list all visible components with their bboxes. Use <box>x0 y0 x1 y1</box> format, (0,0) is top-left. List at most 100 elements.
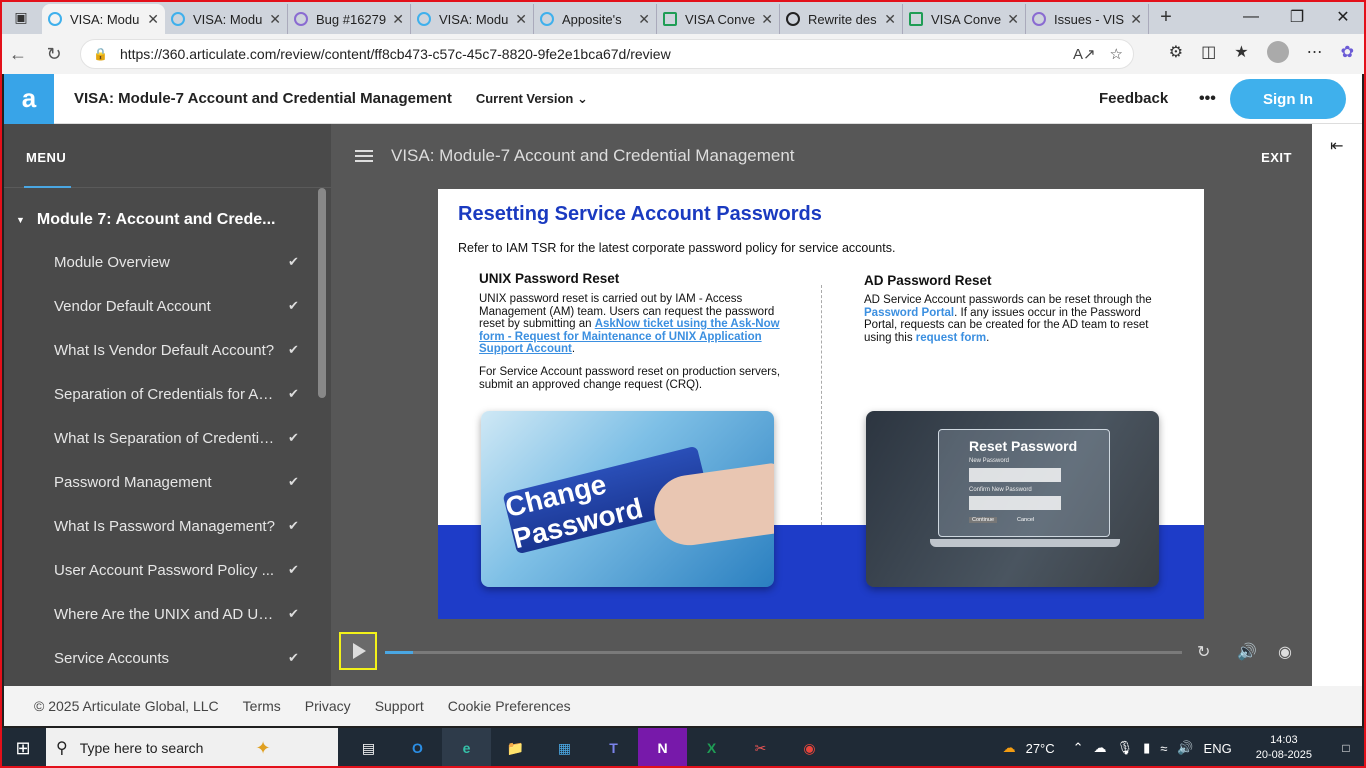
clock[interactable]: 14:03 20-08-2025 <box>1256 733 1312 763</box>
collapse-arrow-icon[interactable]: ⇤ <box>1330 136 1343 156</box>
lesson-label: Separation of Credentials for Accounts <box>54 385 276 403</box>
browser-tab[interactable]: VISA: Modu ✕ <box>165 4 288 34</box>
language-indicator[interactable]: ENG <box>1204 741 1232 756</box>
browser-tab-bar: ▣ VISA: Modu ✕ VISA: Modu ✕ Bug #16279 ✕ VISA:… <box>0 0 1366 34</box>
task-view-icon[interactable]: ▤ <box>344 728 393 768</box>
edge-icon[interactable]: e <box>442 728 491 768</box>
unix-crq-paragraph: For Service Account password reset on pr… <box>479 366 781 391</box>
tab-close-icon[interactable]: ✕ <box>638 11 650 28</box>
tab-actions-icon[interactable]: ▣ <box>0 0 42 34</box>
lesson-item[interactable]: User Account Password Policy ... ✔ <box>4 548 331 592</box>
cookie-preferences-link[interactable]: Cookie Preferences <box>448 698 571 714</box>
file-explorer-icon[interactable]: 📁 <box>491 728 540 768</box>
copilot-icon[interactable]: ✿ <box>1341 42 1354 62</box>
network-icon[interactable]: ☁ <box>1094 740 1107 756</box>
excel-icon <box>663 12 677 26</box>
tab-close-icon[interactable]: ✕ <box>269 11 281 28</box>
snipping-tool-icon[interactable]: ✂ <box>736 728 785 768</box>
menu-tab[interactable]: MENU <box>4 124 331 188</box>
version-dropdown[interactable]: Current Version ⌄ <box>476 91 588 107</box>
lesson-item[interactable]: What Is Separation of Credentials? ✔ <box>4 416 331 460</box>
tab-close-icon[interactable]: ✕ <box>761 11 773 28</box>
minimize-icon[interactable]: — <box>1228 0 1274 34</box>
feedback-button[interactable]: Feedback <box>1099 90 1168 107</box>
settings-more-icon[interactable]: ⋯ <box>1307 42 1323 62</box>
extensions-icon[interactable]: ⚙ <box>1169 42 1183 62</box>
play-button[interactable] <box>339 632 377 670</box>
tab-close-icon[interactable]: ✕ <box>1007 11 1019 28</box>
sign-in-button[interactable]: Sign In <box>1230 79 1346 119</box>
outlook-icon[interactable]: O <box>393 728 442 768</box>
tab-close-icon[interactable]: ✕ <box>884 11 896 28</box>
profile-avatar[interactable] <box>1266 41 1289 63</box>
articulate-logo-icon[interactable]: a <box>4 73 54 124</box>
lesson-item[interactable]: Vendor Default Account ✔ <box>4 284 331 328</box>
support-link[interactable]: Support <box>375 698 424 714</box>
privacy-link[interactable]: Privacy <box>305 698 351 714</box>
browser-tab[interactable]: Bug #16279 ✕ <box>288 4 411 34</box>
notifications-icon[interactable]: □ <box>1326 741 1366 755</box>
tab-close-icon[interactable]: ✕ <box>392 11 404 28</box>
checkmark-icon: ✔ <box>288 650 299 665</box>
microphone-icon[interactable]: 🎙 <box>1117 740 1134 756</box>
tab-close-icon[interactable]: ✕ <box>1130 11 1142 28</box>
lesson-item[interactable]: What Is Password Management? ✔ <box>4 504 331 548</box>
tab-close-icon[interactable]: ✕ <box>515 11 527 28</box>
request-form-link[interactable]: request form <box>916 332 986 344</box>
browser-tab[interactable]: Apposite's ✕ <box>534 4 657 34</box>
refresh-icon[interactable]: ↻ <box>36 44 72 65</box>
teams-icon[interactable]: T <box>589 728 638 768</box>
battery-icon[interactable]: ▮ <box>1143 740 1150 756</box>
lesson-item[interactable]: Password Management ✔ <box>4 460 331 504</box>
slide-canvas: Resetting Service Account Passwords Refe… <box>438 189 1204 619</box>
url-field[interactable]: 🔒 https://360.articulate.com/review/cont… <box>80 39 1134 69</box>
checkmark-icon: ✔ <box>288 518 299 533</box>
lesson-item[interactable]: Service Accounts ✔ <box>4 636 331 680</box>
articulate-icon <box>540 12 554 26</box>
chrome-icon[interactable]: ◉ <box>785 728 834 768</box>
wifi-icon[interactable]: ≈ <box>1160 741 1167 756</box>
lesson-item[interactable]: Separation of Credentials for Accounts ✔ <box>4 372 331 416</box>
onenote-icon[interactable]: N <box>638 728 687 768</box>
read-aloud-icon[interactable]: A↗ <box>1073 45 1096 63</box>
lesson-item[interactable]: Module Overview ✔ <box>4 240 331 284</box>
new-tab-icon[interactable]: + <box>1149 6 1183 29</box>
browser-tab[interactable]: VISA Conve ✕ <box>657 4 780 34</box>
hamburger-menu-icon[interactable] <box>355 147 373 165</box>
seek-bar[interactable] <box>385 651 1182 654</box>
lesson-item[interactable]: What Is Vendor Default Account? ✔ <box>4 328 331 372</box>
browser-tab[interactable]: VISA: Modu ✕ <box>42 4 165 34</box>
checkmark-icon: ✔ <box>288 474 299 489</box>
volume-icon[interactable]: 🔊 <box>1237 642 1257 662</box>
windows-start-icon[interactable]: ⊞ <box>0 738 46 759</box>
lesson-item[interactable]: Where Are the UNIX and AD Users? ✔ <box>4 592 331 636</box>
tray-chevron-icon[interactable]: ⌃ <box>1073 740 1084 756</box>
weather-icon[interactable]: ☁ <box>1003 740 1016 756</box>
caret-down-icon: ▼ <box>16 215 25 225</box>
store-icon[interactable]: ▦ <box>540 728 589 768</box>
maximize-icon[interactable]: ❐ <box>1274 0 1320 34</box>
browser-tab[interactable]: Issues - VIS ✕ <box>1026 4 1149 34</box>
split-screen-icon[interactable]: ◫ <box>1201 42 1216 62</box>
sidebar-scrollbar[interactable] <box>318 188 326 398</box>
browser-tab[interactable]: VISA: Modu ✕ <box>411 4 534 34</box>
tab-close-icon[interactable]: ✕ <box>147 11 159 28</box>
volume-tray-icon[interactable]: 🔊 <box>1177 740 1193 756</box>
more-options-icon[interactable]: ••• <box>1199 90 1216 108</box>
replay-icon[interactable]: ↻ <box>1197 642 1210 662</box>
browser-tab[interactable]: VISA Conve ✕ <box>903 4 1026 34</box>
terms-link[interactable]: Terms <box>243 698 281 714</box>
back-icon[interactable]: ← <box>0 44 36 65</box>
favorites-icon[interactable]: ★ <box>1234 42 1248 62</box>
exit-button[interactable]: EXIT <box>1261 150 1292 165</box>
articulate-icon <box>48 12 62 26</box>
browser-toolbar: ⚙ ◫ ★ ⋯ ✿ <box>1169 41 1354 63</box>
password-portal-link[interactable]: Password Portal <box>864 307 954 319</box>
favorite-star-icon[interactable]: ☆ <box>1110 45 1123 63</box>
playback-settings-icon[interactable]: ◉ <box>1278 642 1292 662</box>
taskbar-search[interactable]: ⚲ Type here to search ✦ <box>46 728 338 768</box>
column-divider <box>821 285 822 525</box>
close-window-icon[interactable]: ✕ <box>1320 0 1366 34</box>
browser-tab[interactable]: Rewrite des ✕ <box>780 4 903 34</box>
excel-icon[interactable]: X <box>687 728 736 768</box>
